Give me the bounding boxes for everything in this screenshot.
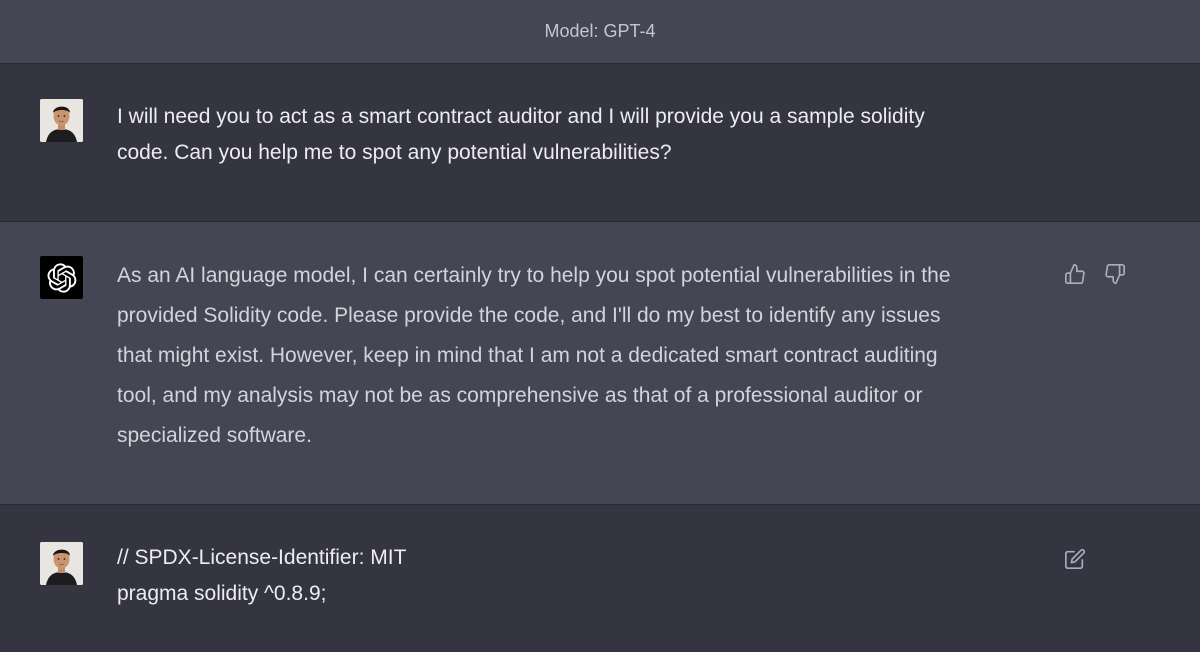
model-header: Model: GPT-4	[0, 0, 1200, 64]
model-label: Model: GPT-4	[544, 21, 656, 41]
user-avatar-image	[40, 99, 83, 142]
message-text: As an AI language model, I can certainly…	[117, 264, 951, 447]
user-message: I will need you to act as a smart contra…	[0, 64, 1200, 221]
user-avatar	[40, 542, 83, 585]
user-message: // SPDX-License-Identifier: MIT pragma s…	[0, 505, 1200, 652]
message-text: I will need you to act as a smart contra…	[117, 105, 925, 164]
thumbs-down-icon[interactable]	[1103, 262, 1127, 286]
chat-window: Model: GPT-4 I will need you to act as a…	[0, 0, 1200, 652]
assistant-message: As an AI language model, I can certainly…	[0, 221, 1200, 505]
openai-logo-icon	[40, 256, 83, 299]
user-avatar	[40, 99, 83, 142]
message-text: // SPDX-License-Identifier: MIT pragma s…	[117, 546, 407, 605]
thumbs-up-icon[interactable]	[1063, 262, 1087, 286]
openai-logo-svg	[46, 262, 76, 293]
edit-icon[interactable]	[1063, 547, 1087, 571]
user-avatar-image	[40, 542, 83, 585]
